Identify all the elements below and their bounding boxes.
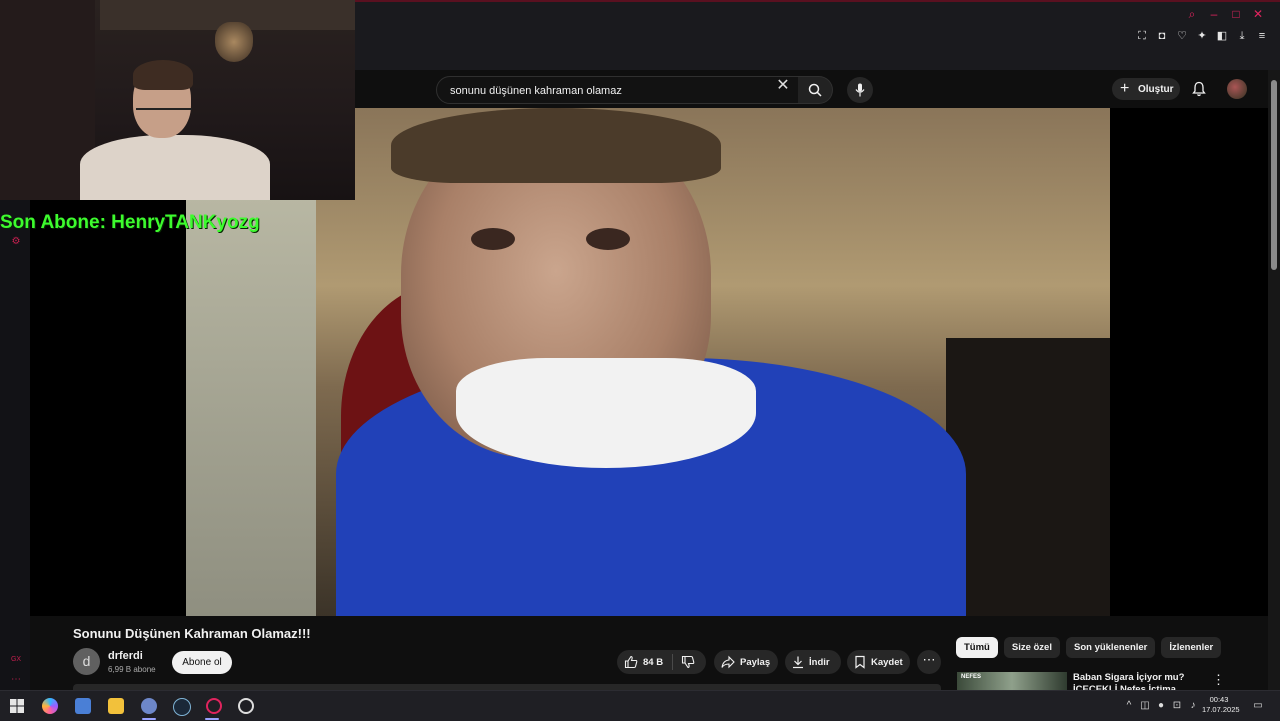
clear-search-icon[interactable]: ✕ <box>775 78 791 94</box>
search-input[interactable] <box>448 81 762 101</box>
save-label: Kaydet <box>871 657 903 668</box>
search-button[interactable] <box>798 76 833 104</box>
window-controls: ⌕ – □ ✕ <box>1186 8 1264 20</box>
heart-icon[interactable]: ♡ <box>1176 30 1188 42</box>
latest-subscriber-overlay: Son Abone: HenryTANKyozg <box>0 212 260 233</box>
webcam-person-body <box>80 135 270 200</box>
streamer-webcam <box>0 0 355 200</box>
webcam-glasses <box>136 108 192 124</box>
tray-app-icon[interactable]: ◫ <box>1139 700 1151 712</box>
download-button[interactable]: İndir <box>785 650 841 674</box>
scene-eye-left <box>471 228 515 250</box>
share-button[interactable]: Paylaş <box>714 650 778 674</box>
chip-recently-uploaded[interactable]: Son yüklenenler <box>1065 637 1156 658</box>
scene-hair <box>391 108 721 183</box>
more-actions-button[interactable]: ⋯ <box>917 650 941 674</box>
wallet-icon[interactable]: ◧ <box>1216 30 1228 42</box>
obs-icon[interactable] <box>238 698 254 714</box>
copilot-icon[interactable] <box>42 698 58 714</box>
download-arrow-icon <box>793 656 803 669</box>
like-dislike-group: 84 B <box>617 650 706 674</box>
search-box <box>436 76 800 104</box>
tray-chevron-icon[interactable]: ^ <box>1123 700 1135 712</box>
clock-date: 17.07.2025 <box>1202 705 1240 714</box>
sidebar-more-icon[interactable]: ⋯ <box>10 674 22 686</box>
volume-icon[interactable]: ♪ <box>1187 700 1199 712</box>
minimize-icon[interactable]: – <box>1208 8 1220 20</box>
notification-center-icon[interactable]: ▭ <box>1252 700 1264 712</box>
snapshot-icon[interactable]: ⛶ <box>1136 30 1148 42</box>
recommendation-menu-icon[interactable]: ⋮ <box>1212 672 1225 688</box>
download-icon[interactable]: ⤓ <box>1236 30 1248 42</box>
scene-wall <box>186 198 316 616</box>
youtube-header: ✕ + Oluştur <box>355 70 1268 108</box>
windows-taskbar: ^ ◫ ● ⊡ ♪ 00:43 17.07.2025 ▭ <box>0 690 1280 721</box>
create-label: Oluştur <box>1138 84 1174 95</box>
file-explorer-icon[interactable] <box>108 698 124 714</box>
create-button[interactable]: + Oluştur <box>1112 78 1180 100</box>
sidebar-gx-icon[interactable]: GX <box>10 656 22 668</box>
recommendation-title[interactable]: Baban Sigara İçiyor mu? İÇECEKLİ Nefes İ… <box>1073 672 1208 690</box>
taskbar-clock[interactable]: 00:43 17.07.2025 <box>1202 695 1240 715</box>
chip-watched[interactable]: İzlenenler <box>1161 637 1222 658</box>
vpn-app-icon[interactable] <box>141 698 157 714</box>
calculator-icon[interactable] <box>75 698 91 714</box>
notifications-bell-icon[interactable] <box>1191 81 1207 97</box>
channel-avatar[interactable]: d <box>73 648 100 675</box>
windows-start-icon[interactable] <box>9 698 25 714</box>
network-icon[interactable]: ⊡ <box>1171 700 1183 712</box>
webcam-chandelier <box>215 22 253 62</box>
scene-shadow <box>946 338 1110 616</box>
share-icon <box>721 655 735 669</box>
like-divider <box>672 654 673 670</box>
download-label: İndir <box>809 657 830 668</box>
subscriber-count: 6,99 B abone <box>108 665 156 674</box>
plus-icon: + <box>1120 80 1130 97</box>
channel-name[interactable]: drferdi <box>108 650 143 662</box>
voice-search-button[interactable] <box>847 77 873 103</box>
shield-icon[interactable]: ◘ <box>1156 30 1168 42</box>
sidebar-settings-icon[interactable]: ⚙ <box>10 236 22 248</box>
subscribe-button[interactable]: Abone ol <box>172 651 232 674</box>
thumbs-down-icon[interactable] <box>681 655 695 669</box>
scene-eye-right <box>586 228 630 250</box>
webcam-person-hair <box>133 60 193 90</box>
search-tabs-icon[interactable]: ⌕ <box>1186 8 1198 20</box>
close-icon[interactable]: ✕ <box>1252 8 1264 20</box>
thumbs-up-icon[interactable] <box>624 655 638 669</box>
account-avatar[interactable] <box>1227 79 1247 99</box>
thumbnail-tag: NEFES <box>961 674 982 680</box>
clock-time: 00:43 <box>1209 695 1229 704</box>
filter-chips: Tümü Size özel Son yüklenenler İzlenenle… <box>956 637 1222 658</box>
like-count[interactable]: 84 B <box>643 657 663 668</box>
chip-for-you[interactable]: Size özel <box>1003 637 1060 658</box>
steam-icon[interactable] <box>173 698 191 716</box>
maximize-icon[interactable]: □ <box>1230 8 1242 20</box>
share-label: Paylaş <box>740 657 771 668</box>
scrollbar-thumb[interactable] <box>1271 80 1277 270</box>
microphone-icon <box>855 83 865 97</box>
search-icon <box>808 83 822 97</box>
video-title: Sonunu Düşünen Kahraman Olamaz!!! <box>73 626 311 641</box>
scene-collar <box>456 358 756 468</box>
recommendation-thumbnail[interactable]: NEFES <box>957 672 1067 690</box>
save-button[interactable]: Kaydet <box>847 650 910 674</box>
tray-mic-icon[interactable]: ● <box>1155 700 1167 712</box>
browser-extension-icons: ⛶ ◘ ♡ ✦ ◧ ⤓ ≡ <box>1136 30 1268 42</box>
chip-all[interactable]: Tümü <box>956 637 998 658</box>
extensions-icon[interactable]: ✦ <box>1196 30 1208 42</box>
bookmark-icon <box>855 655 865 669</box>
opera-gx-icon[interactable] <box>206 698 222 714</box>
page-scrollbar[interactable] <box>1268 70 1280 690</box>
menu-icon[interactable]: ≡ <box>1256 30 1268 42</box>
